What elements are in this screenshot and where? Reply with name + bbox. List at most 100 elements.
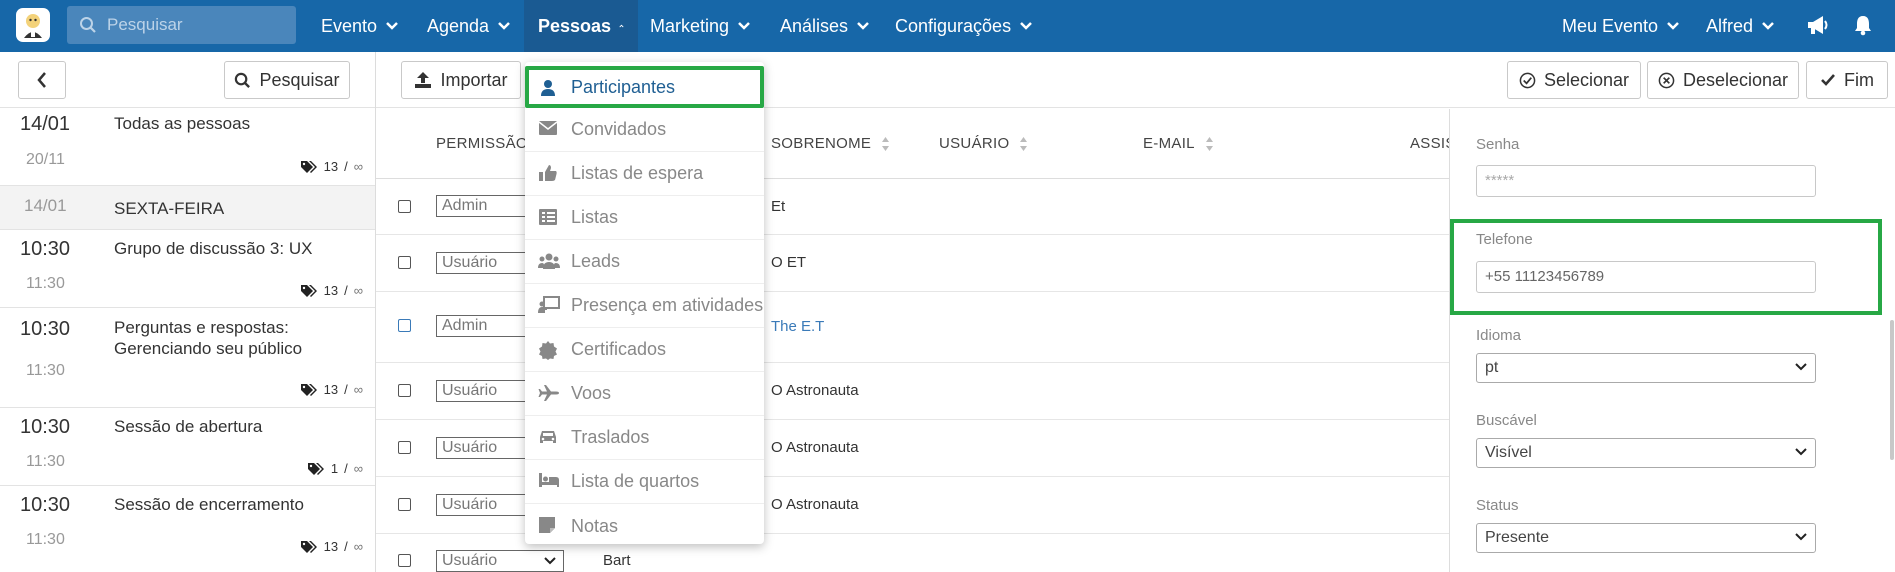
- search-icon: [235, 72, 251, 88]
- column-label: E-MAIL: [1143, 135, 1195, 152]
- x-circle-icon: [1658, 72, 1675, 88]
- plane-icon: [538, 385, 559, 401]
- chevron-down-icon: [1667, 22, 1679, 30]
- permission-select[interactable]: Admin: [436, 315, 526, 337]
- sessions-search-button[interactable]: Pesquisar: [224, 61, 350, 99]
- sticky-note-icon: [539, 517, 555, 533]
- language-value: pt: [1485, 359, 1499, 376]
- import-button[interactable]: Importar: [401, 61, 521, 99]
- permission-select[interactable]: Usuário: [436, 252, 526, 274]
- session-end: 11:30: [26, 531, 65, 548]
- megaphone-icon[interactable]: [1806, 14, 1830, 36]
- menu-item-participantes[interactable]: Participantes: [525, 66, 764, 108]
- row-checkbox[interactable]: [398, 200, 411, 213]
- row-checkbox[interactable]: [398, 498, 411, 511]
- session-item[interactable]: 14/01 20/11 Todas as pessoas 13/∞: [0, 109, 375, 186]
- nav-user-menu[interactable]: Alfred: [1692, 0, 1789, 52]
- permission-select[interactable]: Usuário: [436, 494, 526, 516]
- tags-icon: [300, 383, 317, 396]
- menu-item-certificados[interactable]: Certificados: [525, 328, 764, 372]
- menu-item-traslados[interactable]: Traslados: [525, 416, 764, 460]
- password-field[interactable]: *****: [1476, 165, 1816, 197]
- tag-limit: ∞: [353, 382, 363, 397]
- back-button[interactable]: [18, 61, 66, 99]
- menu-item-leads[interactable]: Leads: [525, 240, 764, 284]
- row-checkbox[interactable]: [398, 384, 411, 397]
- select-button[interactable]: Selecionar: [1507, 61, 1641, 99]
- column-permission[interactable]: PERMISSÃO: [436, 135, 528, 152]
- chevron-down-icon: [1795, 448, 1807, 456]
- upload-icon: [415, 72, 432, 88]
- search-icon: [80, 17, 96, 33]
- menu-item-listas[interactable]: Listas: [525, 196, 764, 240]
- searchable-value: Visível: [1485, 444, 1532, 461]
- menu-item-convidados[interactable]: Convidados: [525, 108, 764, 152]
- session-title: Sessão de encerramento: [114, 495, 304, 514]
- nav-marketing[interactable]: Marketing: [636, 0, 765, 52]
- nav-configuracoes[interactable]: Configurações: [881, 0, 1047, 52]
- row-checkbox[interactable]: [398, 554, 411, 567]
- column-user[interactable]: USUÁRIO: [939, 135, 1028, 152]
- nav-label: Evento: [321, 15, 378, 36]
- column-surname[interactable]: SOBRENOME: [771, 135, 890, 152]
- session-tags: 13/∞: [300, 283, 363, 298]
- menu-label: Convidados: [571, 119, 667, 139]
- done-button[interactable]: Fim: [1806, 61, 1888, 99]
- nav-label: Análises: [780, 15, 849, 36]
- session-item[interactable]: 10:30 11:30 Perguntas e respostas: Geren…: [0, 308, 375, 408]
- tag-count: 13: [323, 382, 339, 397]
- phone-field[interactable]: +55 11123456789: [1476, 261, 1816, 293]
- status-select[interactable]: Presente: [1476, 523, 1816, 553]
- permission-select[interactable]: Admin: [436, 195, 526, 217]
- global-search[interactable]: Pesquisar: [67, 6, 296, 44]
- surname-cell: O Astronauta: [771, 439, 859, 456]
- menu-item-notas[interactable]: Notas: [525, 504, 764, 548]
- right-panel-scrollbar[interactable]: [1890, 320, 1894, 460]
- nav-agenda[interactable]: Agenda: [413, 0, 525, 52]
- row-checkbox[interactable]: [398, 256, 411, 269]
- menu-item-presenca-em-atividades[interactable]: Presença em atividades: [525, 284, 764, 328]
- row-checkbox[interactable]: [398, 441, 411, 454]
- toolbar: Pesquisar Importar Selecionar Deselecion…: [0, 52, 1895, 108]
- tags-icon: [300, 160, 317, 173]
- nav-meu-evento[interactable]: Meu Evento: [1548, 0, 1694, 52]
- permission-select[interactable]: Usuário: [436, 380, 526, 402]
- chevron-down-icon: [1762, 22, 1774, 30]
- column-assistant[interactable]: ASSIS: [1410, 135, 1449, 152]
- status-label: Status: [1476, 497, 1519, 514]
- session-title: Sessão de abertura: [114, 417, 263, 436]
- searchable-select[interactable]: Visível: [1476, 438, 1816, 468]
- chevron-down-icon: [1795, 533, 1807, 541]
- nav-pessoas[interactable]: Pessoas: [524, 0, 638, 52]
- menu-label: Participantes: [571, 76, 676, 97]
- day-date: 14/01: [24, 196, 67, 215]
- surname-cell: O ET: [771, 254, 807, 271]
- tag-limit: ∞: [353, 539, 363, 554]
- menu-item-lista-de-quartos[interactable]: Lista de quartos: [525, 460, 764, 504]
- nav-label: Pessoas: [538, 15, 612, 36]
- sort-icon: [1205, 136, 1213, 151]
- deselect-button[interactable]: Deselecionar: [1647, 61, 1799, 99]
- surname-link[interactable]: The E.T: [771, 318, 824, 335]
- bell-icon[interactable]: [1853, 14, 1873, 36]
- menu-label: Certificados: [571, 339, 667, 359]
- surname-cell: Et: [771, 198, 786, 215]
- session-item[interactable]: 10:30 11:30 Grupo de discussão 3: UX 13/…: [0, 230, 375, 308]
- row-checkbox[interactable]: [398, 319, 411, 332]
- app-logo[interactable]: [16, 8, 50, 42]
- menu-item-listas-de-espera[interactable]: Listas de espera: [525, 152, 764, 196]
- column-email[interactable]: E-MAIL: [1143, 135, 1214, 152]
- bed-icon: [539, 473, 559, 487]
- nav-analises[interactable]: Análises: [766, 0, 884, 52]
- menu-item-voos[interactable]: Voos: [525, 372, 764, 416]
- permission-select[interactable]: Usuário: [436, 437, 526, 459]
- tag-count: 1: [330, 461, 339, 476]
- session-item[interactable]: 10:30 11:30 Sessão de abertura 1/∞: [0, 408, 375, 486]
- menu-label: Traslados: [571, 427, 650, 447]
- session-start: 14/01: [20, 113, 71, 135]
- session-item[interactable]: 10:30 11:30 Sessão de encerramento 13/∞: [0, 486, 375, 572]
- language-select[interactable]: pt: [1476, 353, 1816, 383]
- nav-evento[interactable]: Evento: [307, 0, 413, 52]
- list-icon: [539, 209, 557, 225]
- chevron-up-icon: [619, 24, 624, 28]
